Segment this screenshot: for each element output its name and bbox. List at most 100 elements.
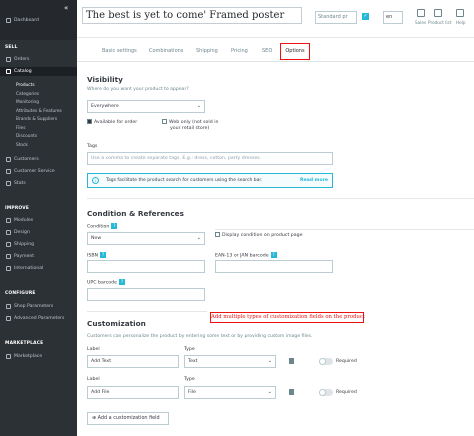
truck-icon xyxy=(6,242,11,247)
sidebar-item-customers[interactable]: Customers xyxy=(6,157,39,162)
display-condition-checkbox[interactable] xyxy=(215,232,220,237)
help-label[interactable]: Help xyxy=(456,20,466,25)
tab-seo[interactable]: SEO xyxy=(262,48,272,54)
sidebar-section-configure: CONFIGURE xyxy=(5,291,36,296)
toggle-knob xyxy=(319,358,326,365)
condition-value: New xyxy=(91,236,102,241)
sidebar-item-label: Dashboard xyxy=(14,18,39,23)
product-type-select[interactable]: Standard pr xyxy=(315,11,357,24)
read-more-link[interactable]: Read more xyxy=(300,178,328,183)
modules-icon xyxy=(6,218,11,223)
available-for-order-checkbox[interactable] xyxy=(87,119,92,124)
help-icon[interactable]: ? xyxy=(111,223,118,229)
sidebar-item-modules[interactable]: Modules xyxy=(6,218,33,223)
sidebar-item-dashboard[interactable]: Dashboard xyxy=(6,18,39,23)
sidebar-sub-files[interactable]: Files xyxy=(16,126,25,131)
toggle-knob xyxy=(319,389,326,396)
sales-label[interactable]: Sales xyxy=(415,20,426,25)
visibility-select[interactable]: Everywhere ⌄ xyxy=(87,100,205,113)
language-select[interactable]: en xyxy=(383,11,403,24)
marketplace-icon xyxy=(6,354,11,359)
tab-pricing[interactable]: Pricing xyxy=(231,48,248,54)
payment-icon xyxy=(6,254,11,259)
orders-icon xyxy=(6,57,11,62)
sidebar-item-marketplace[interactable]: Marketplace xyxy=(6,354,42,359)
display-condition[interactable]: Display condition on product page xyxy=(215,232,303,238)
sidebar-item-label: Customers xyxy=(14,157,39,162)
sidebar-section-improve: IMPROVE xyxy=(5,206,30,211)
help-icon[interactable]: ? xyxy=(100,252,107,258)
trash-icon[interactable] xyxy=(289,389,294,395)
ean-label: EAN-13 or JAN barcode? xyxy=(215,252,277,259)
sidebar-item-label: Customer Service xyxy=(14,169,55,174)
sidebar-section-marketplace: MARKETPLACE xyxy=(5,341,44,346)
product-type-check-icon[interactable]: ✓ xyxy=(362,13,369,20)
type-value: File xyxy=(188,390,196,395)
product-list-icon[interactable] xyxy=(434,9,442,17)
tags-input[interactable]: Use a comma to create separate tags. E.g… xyxy=(87,152,333,165)
sidebar-item-design[interactable]: Design xyxy=(6,230,30,235)
help-icon[interactable]: ? xyxy=(119,279,125,285)
sidebar-item-orders[interactable]: Orders xyxy=(6,57,29,62)
required-label: Required xyxy=(336,359,357,364)
isbn-input[interactable] xyxy=(87,260,205,273)
web-only-checkbox[interactable] xyxy=(162,119,167,124)
customization-type-select[interactable]: Text ⌄ xyxy=(184,355,276,368)
customization-type-select[interactable]: File ⌄ xyxy=(184,386,276,399)
upc-input[interactable] xyxy=(87,288,205,301)
condition-label: Condition? xyxy=(87,223,118,230)
tags-info-alert: i Tags facilitate the product search for… xyxy=(87,173,333,188)
sidebar: « Dashboard SELL Orders Catalog Products… xyxy=(0,0,77,436)
ean-label-text: EAN-13 or JAN barcode xyxy=(215,253,269,259)
isbn-label-text: ISBN xyxy=(87,253,99,259)
help-icon[interactable]: ? xyxy=(270,252,277,258)
available-for-order[interactable]: Available for order xyxy=(87,119,137,125)
sidebar-item-payment[interactable]: Payment xyxy=(6,254,34,259)
sidebar-item-label: Stats xyxy=(14,181,26,186)
globe-icon xyxy=(6,266,11,271)
required-toggle[interactable] xyxy=(319,358,333,365)
sidebar-sub-attributes[interactable]: Attributes & Features xyxy=(16,109,62,114)
sales-icon[interactable] xyxy=(417,9,425,17)
required-toggle[interactable] xyxy=(319,389,333,396)
sidebar-sub-discounts[interactable]: Discounts xyxy=(16,134,37,139)
sidebar-item-label: Shop Parameters xyxy=(14,304,54,309)
product-name-input[interactable]: The best is yet to come' Framed poster xyxy=(82,7,302,24)
sidebar-sub-categories[interactable]: Categories xyxy=(16,92,39,97)
tags-info-text: Tags facilitate the product search for c… xyxy=(106,178,263,183)
sidebar-item-shipping[interactable]: Shipping xyxy=(6,242,34,247)
web-only-label-2: your retail store) xyxy=(170,126,210,131)
tab-options[interactable]: Options xyxy=(280,43,310,60)
sidebar-item-customer-service[interactable]: Customer Service xyxy=(6,169,55,174)
tab-shipping[interactable]: Shipping xyxy=(196,48,218,54)
divider xyxy=(87,311,207,312)
upc-label-text: UPC barcode xyxy=(87,280,117,286)
sidebar-item-catalog[interactable]: Catalog xyxy=(6,69,32,74)
chat-icon xyxy=(6,169,11,174)
condition-select[interactable]: New ⌄ xyxy=(87,232,205,245)
sidebar-item-stats[interactable]: Stats xyxy=(6,181,26,186)
sidebar-sub-brands[interactable]: Brands & Suppliers xyxy=(16,117,57,122)
trash-icon[interactable] xyxy=(289,358,294,364)
dashboard-icon xyxy=(6,18,11,23)
visibility-subtitle: Where do you want your product to appear… xyxy=(87,87,189,92)
sidebar-item-label: Orders xyxy=(14,57,30,62)
tab-combinations[interactable]: Combinations xyxy=(149,48,183,54)
chevron-down-icon: ⌄ xyxy=(196,103,201,109)
sidebar-item-international[interactable]: International xyxy=(6,266,43,271)
sidebar-item-shop-parameters[interactable]: Shop Parameters xyxy=(6,304,53,309)
gear-icon xyxy=(6,316,11,321)
sidebar-item-advanced-parameters[interactable]: Advanced Parameters xyxy=(6,316,64,321)
ean-input[interactable] xyxy=(215,260,333,273)
product-list-label[interactable]: Product list xyxy=(428,20,451,25)
customization-label-input[interactable]: Add Text xyxy=(87,355,179,368)
tab-basic-settings[interactable]: Basic settings xyxy=(102,48,137,54)
help-icon[interactable] xyxy=(456,9,464,17)
sidebar-sub-stock[interactable]: Stock xyxy=(16,143,28,148)
collapse-icon[interactable]: « xyxy=(64,4,68,12)
customization-label-input[interactable]: Add File xyxy=(87,386,179,399)
web-only[interactable]: Web only (not sold in xyxy=(162,119,218,125)
sidebar-sub-monitoring[interactable]: Monitoring xyxy=(16,100,39,105)
sidebar-sub-products[interactable]: Products xyxy=(16,83,35,88)
add-customization-field-button[interactable]: ⊕ Add a customization field xyxy=(87,412,169,425)
